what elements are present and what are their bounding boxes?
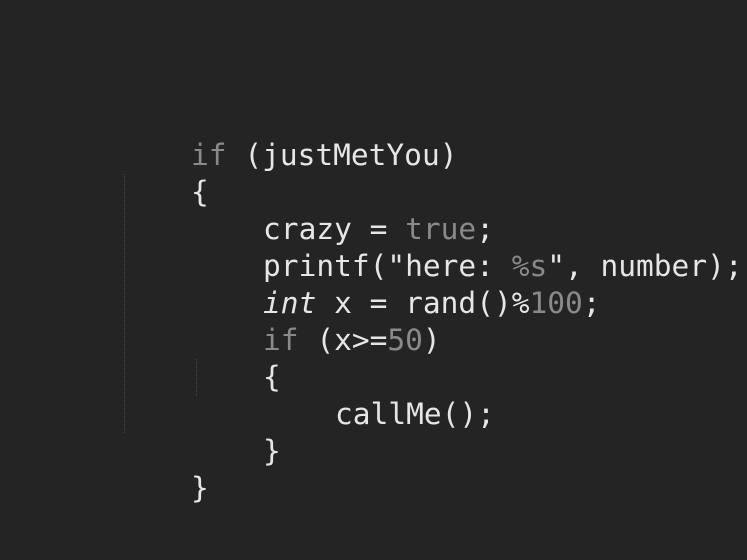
code-line-2: { xyxy=(120,137,209,209)
number-literal: 100 xyxy=(529,286,583,320)
code-token: ) xyxy=(422,323,441,357)
code-line-4: printf("here: %s", number); xyxy=(192,211,743,283)
close-brace: } xyxy=(263,434,281,468)
code-token: callMe(); xyxy=(335,397,495,431)
code-line-9: } xyxy=(192,396,281,468)
code-line-3: crazy = true; xyxy=(192,174,494,246)
code-line-8: callMe(); xyxy=(264,359,495,431)
code-line-10: } xyxy=(120,433,209,505)
code-line-1: if (justMetYou) xyxy=(120,100,457,172)
code-line-6: if (x>=50) xyxy=(192,285,441,357)
code-token: (justMetYou) xyxy=(226,138,458,172)
code-token: (x>= xyxy=(298,323,388,357)
number-literal: 50 xyxy=(387,323,423,357)
close-brace: } xyxy=(191,471,209,505)
code-line-7: { xyxy=(192,322,281,394)
code-line-5: int x = rand()%100; xyxy=(192,248,601,320)
code-editor: if (justMetYou) { crazy = true; printf("… xyxy=(0,0,747,560)
code-token: ; xyxy=(582,286,601,320)
